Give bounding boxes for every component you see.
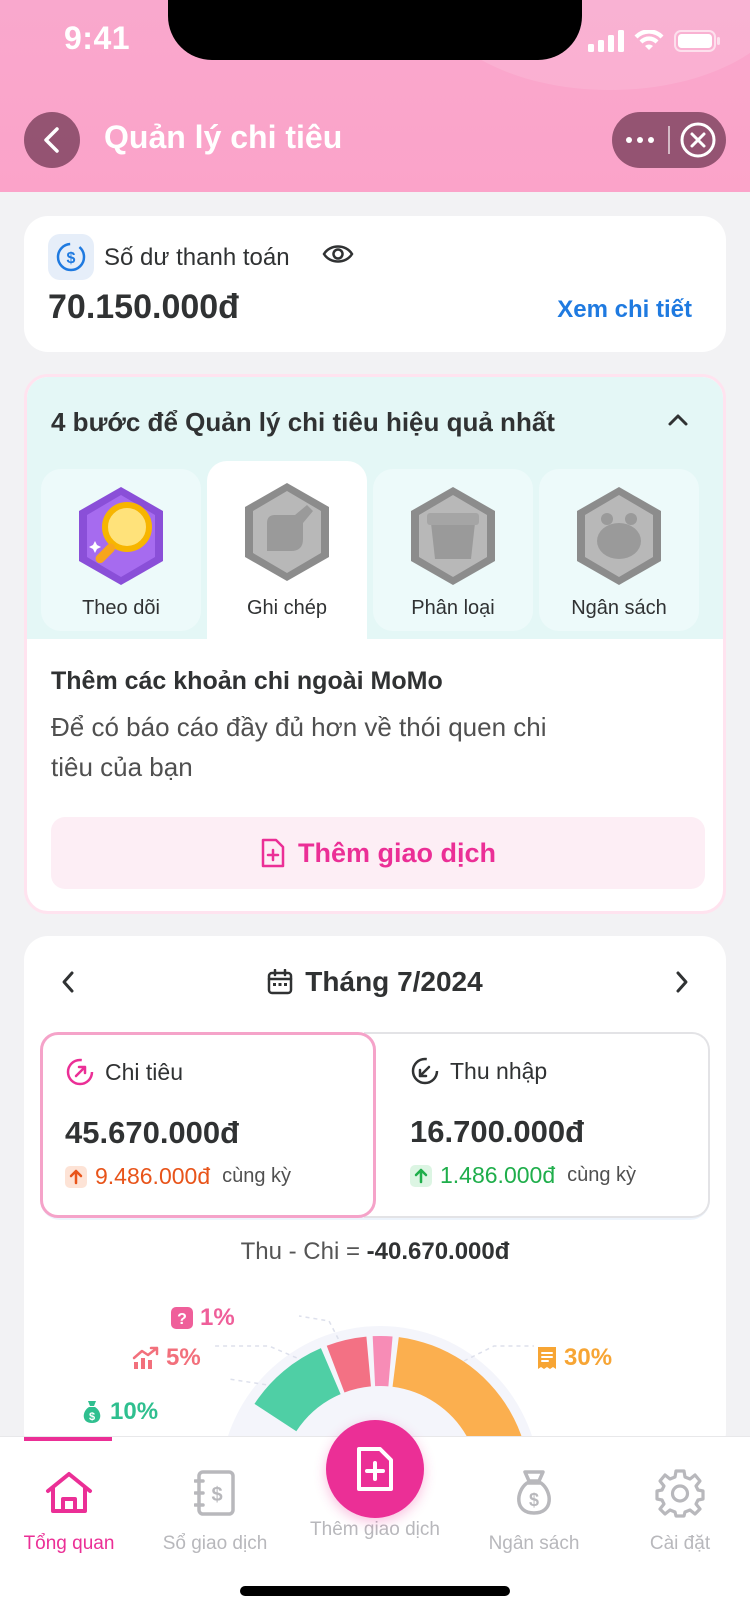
category-percent: 1%	[200, 1304, 235, 1331]
tab-budget[interactable]: $ Ngân sách	[459, 1465, 609, 1555]
status-time: 9:41	[64, 20, 131, 56]
wallet-cycle-icon: $	[48, 234, 94, 280]
close-button[interactable]	[670, 122, 726, 158]
ledger-icon: $	[194, 1470, 235, 1516]
step-description: Để có báo cáo đầy đủ hơn về thói quen ch…	[51, 712, 547, 782]
tab-ledger[interactable]: $ Sổ giao dịch	[140, 1465, 290, 1555]
trend-up-icon	[65, 1165, 87, 1188]
tab-label: Ngân sách	[488, 1533, 580, 1554]
add-transaction-label: Thêm giao dịch	[297, 837, 497, 868]
money-bag-icon: $	[80, 1399, 104, 1425]
balance-amount: 70.150.000đ	[48, 288, 239, 326]
mini-app-capsule	[612, 112, 726, 168]
trend-up-icon	[410, 1164, 432, 1187]
difference-value: -40.670.000đ	[366, 1238, 510, 1265]
tab-settings[interactable]: Cài đặt	[605, 1465, 750, 1555]
device-notch	[168, 0, 582, 60]
battery-icon	[674, 30, 720, 52]
magnifier-badge-icon	[71, 483, 171, 596]
category-percent: 5%	[166, 1344, 201, 1371]
chevron-left-icon	[44, 127, 59, 153]
category-label: 5%	[132, 1344, 201, 1372]
header: 9:41 Quản lý chi tiêu	[0, 0, 750, 192]
step-track[interactable]: Theo dõi	[41, 469, 201, 631]
chart-up-icon	[132, 1346, 160, 1370]
add-transaction-fab[interactable]	[326, 1420, 424, 1518]
home-icon	[46, 1472, 92, 1513]
hand-badge-icon	[237, 479, 337, 592]
month-label: Tháng 7/2024	[305, 966, 483, 997]
piggy-badge-icon	[569, 483, 669, 596]
balance-card: $ Số dư thanh toán 70.150.000đ Xem chi t…	[24, 216, 726, 352]
tab-label: Thêm giao dịch	[310, 1519, 440, 1540]
gear-icon	[655, 1469, 705, 1518]
month-summary-card: Tháng 7/2024 Chi tiêu 45.670.000đ 9.486.…	[24, 936, 726, 1456]
money-bag-icon: $	[517, 1470, 551, 1515]
expense-change-suffix: cùng kỳ	[222, 1165, 292, 1187]
month-selector[interactable]: Tháng 7/2024	[24, 966, 726, 998]
category-label: 30%	[536, 1344, 612, 1372]
add-document-icon	[261, 838, 285, 868]
svg-text:$: $	[529, 1490, 539, 1510]
collapse-button[interactable]	[667, 413, 689, 432]
wifi-icon	[634, 30, 664, 50]
step-label: Phân loại	[411, 597, 495, 619]
chevron-up-icon	[668, 414, 688, 426]
status-icons	[588, 30, 722, 52]
steps-title: 4 bước để Quản lý chi tiêu hiệu quả nhất	[51, 407, 555, 437]
more-options-button[interactable]	[612, 137, 668, 143]
expense-tile[interactable]: Chi tiêu 45.670.000đ 9.486.000đ cùng kỳ	[40, 1032, 376, 1218]
svg-text:$: $	[89, 1411, 95, 1423]
receipt-icon	[536, 1345, 558, 1371]
expense-amount: 45.670.000đ	[65, 1115, 240, 1150]
signal-icon	[588, 30, 624, 52]
home-indicator	[240, 1586, 510, 1596]
difference-label: Thu - Chi =	[240, 1238, 360, 1265]
svg-text:$: $	[211, 1484, 222, 1506]
next-month-button[interactable]	[674, 970, 690, 999]
income-amount: 16.700.000đ	[410, 1114, 585, 1149]
income-change: 1.486.000đ	[440, 1162, 556, 1188]
category-label: ? 1%	[170, 1304, 235, 1332]
eye-icon[interactable]	[322, 242, 354, 271]
income-icon	[411, 1057, 439, 1085]
category-percent: 30%	[564, 1344, 613, 1371]
question-icon: ?	[170, 1306, 194, 1330]
step-budget[interactable]: Ngân sách	[539, 469, 699, 631]
svg-text:$: $	[67, 250, 76, 267]
income-change-suffix: cùng kỳ	[567, 1164, 637, 1186]
add-transaction-button[interactable]: Thêm giao dịch	[51, 817, 705, 889]
page-title: Quản lý chi tiêu	[104, 119, 343, 155]
category-label: $10%	[80, 1398, 158, 1426]
step-record[interactable]: Ghi chép	[207, 461, 367, 639]
tab-label: Sổ giao dịch	[162, 1533, 268, 1554]
step-categorize[interactable]: Phân loại	[373, 469, 533, 631]
view-detail-link[interactable]: Xem chi tiết	[557, 296, 692, 324]
step-label: Ngân sách	[571, 597, 667, 619]
box-badge-icon	[403, 483, 503, 596]
chevron-right-icon	[676, 971, 688, 993]
calendar-icon	[268, 969, 293, 995]
svg-text:?: ?	[177, 1311, 187, 1328]
step-label: Theo dõi	[82, 597, 160, 619]
income-label: Thu nhập	[450, 1057, 548, 1084]
step-heading: Thêm các khoản chi ngoài MoMo	[51, 667, 443, 695]
balance-label: Số dư thanh toán	[104, 244, 290, 271]
step-label: Ghi chép	[246, 597, 328, 619]
expense-icon	[66, 1058, 94, 1086]
tab-label: Cài đặt	[649, 1533, 711, 1554]
category-percent: 10%	[110, 1398, 159, 1425]
income-tile[interactable]: Thu nhập 16.700.000đ 1.486.000đ cùng kỳ	[364, 1032, 710, 1218]
add-document-icon	[357, 1447, 393, 1491]
active-tab-indicator	[24, 1437, 112, 1441]
expense-label: Chi tiêu	[105, 1058, 183, 1085]
tab-label: Tổng quan	[23, 1533, 115, 1554]
balance-difference: Thu - Chi = -40.670.000đ	[24, 1238, 726, 1266]
steps-card: 4 bước để Quản lý chi tiêu hiệu quả nhất…	[24, 374, 726, 914]
close-icon	[680, 122, 716, 158]
expense-change: 9.486.000đ	[95, 1163, 211, 1189]
tab-add-transaction[interactable]: Thêm giao dịch	[300, 1519, 450, 1541]
tab-overview[interactable]: Tổng quan	[0, 1465, 144, 1555]
back-button[interactable]	[24, 112, 80, 168]
